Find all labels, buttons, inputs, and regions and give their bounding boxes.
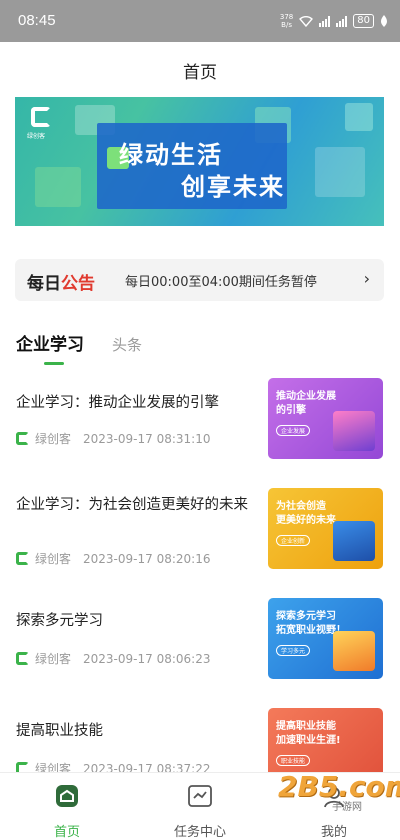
tab-enterprise-learning[interactable]: 企业学习 bbox=[16, 330, 84, 355]
article-title[interactable]: 企业学习：为社会创造更美好的未来 bbox=[16, 494, 252, 516]
thumbnail-tag: 学习多元 bbox=[276, 645, 311, 656]
signal-icon bbox=[319, 15, 331, 27]
thumbnail-tag: 企业创新 bbox=[276, 535, 311, 546]
article-title[interactable]: 提高职业技能 bbox=[16, 720, 252, 742]
banner-decoration bbox=[315, 147, 365, 197]
article-meta: 绿创客 2023-09-17 08:31:10 bbox=[16, 430, 210, 447]
article-source: 绿创客 bbox=[35, 432, 72, 446]
source-logo-icon bbox=[16, 552, 29, 565]
network-speed: 378 B/s bbox=[280, 13, 293, 29]
banner-headline-2: 创享未来 bbox=[181, 173, 285, 201]
nav-task-center-label: 任务中心 bbox=[173, 825, 226, 840]
active-tab-indicator bbox=[44, 362, 64, 365]
notice-badge: 每日公告 bbox=[27, 269, 95, 294]
brand-logo-icon bbox=[31, 107, 51, 127]
source-logo-icon bbox=[16, 652, 29, 665]
thumbnail-illustration bbox=[333, 411, 375, 451]
article-item[interactable]: 企业学习：为社会创造更美好的未来 绿创客 2023-09-17 08:20:16… bbox=[0, 488, 400, 588]
article-meta: 绿创客 2023-09-17 08:20:16 bbox=[16, 550, 210, 567]
article-thumbnail[interactable]: 探索多元学习 拓宽职业视野！ 学习多元 bbox=[268, 598, 383, 679]
network-speed-value: 378 bbox=[279, 13, 294, 21]
thumbnail-caption: 推动企业发展 的引擎 bbox=[276, 391, 336, 416]
watermark-logo: 2B5.com 手游网 bbox=[258, 764, 400, 813]
article-thumbnail[interactable]: 推动企业发展 的引擎 企业发展 bbox=[268, 378, 383, 459]
nav-home[interactable]: 首页 bbox=[22, 783, 112, 840]
banner-decoration bbox=[345, 103, 373, 131]
article-item[interactable]: 企业学习：推动企业发展的引擎 绿创客 2023-09-17 08:31:10 推… bbox=[0, 378, 400, 478]
banner-decoration bbox=[35, 167, 81, 207]
source-logo-icon bbox=[16, 432, 29, 445]
banner[interactable]: 绿创客 绿动生活 创享未来 bbox=[15, 97, 384, 226]
article-thumbnail[interactable]: 为社会创造 更美好的未来 企业创新 bbox=[268, 488, 383, 569]
home-icon bbox=[56, 785, 78, 807]
charging-icon bbox=[381, 15, 387, 27]
article-title[interactable]: 企业学习：推动企业发展的引擎 bbox=[16, 392, 252, 414]
network-speed-unit: B/s bbox=[281, 21, 292, 29]
wifi-icon bbox=[299, 16, 314, 27]
thumbnail-caption: 为社会创造 更美好的未来 bbox=[276, 501, 336, 526]
chevron-right-icon[interactable]: › bbox=[364, 269, 370, 288]
article-date: 2023-09-17 08:20:16 bbox=[83, 551, 211, 566]
nav-task-center[interactable]: 任务中心 bbox=[155, 783, 245, 840]
notice-badge-main: 每日 bbox=[27, 274, 61, 294]
article-meta: 绿创客 2023-09-17 08:06:23 bbox=[16, 650, 210, 667]
battery-icon: 80 bbox=[353, 14, 374, 28]
page-title: 首页 bbox=[183, 63, 217, 83]
notice-text: 每日00:00至04:00期间任务暂停 bbox=[125, 275, 317, 290]
thumbnail-tag: 企业发展 bbox=[276, 425, 311, 436]
thumbnail-illustration bbox=[333, 631, 375, 671]
signal-icon-2 bbox=[336, 15, 348, 27]
status-bar: 08:45 378 B/s 80 bbox=[0, 0, 400, 42]
article-date: 2023-09-17 08:06:23 bbox=[83, 651, 211, 666]
task-icon bbox=[188, 785, 212, 807]
watermark-subtext: 手游网 bbox=[332, 802, 362, 813]
thumbnail-illustration bbox=[333, 521, 375, 561]
article-title[interactable]: 探索多元学习 bbox=[16, 610, 252, 632]
tab-headlines[interactable]: 头条 bbox=[112, 334, 142, 355]
article-item[interactable]: 探索多元学习 绿创客 2023-09-17 08:06:23 探索多元学习 拓宽… bbox=[0, 598, 400, 698]
status-icons: 378 B/s 80 bbox=[280, 13, 388, 29]
nav-profile-label: 我的 bbox=[320, 825, 347, 840]
article-source: 绿创客 bbox=[35, 652, 72, 666]
article-source: 绿创客 bbox=[35, 552, 72, 566]
thumbnail-caption: 提高职业技能 加速职业生涯! bbox=[276, 721, 341, 746]
status-time: 08:45 bbox=[18, 12, 56, 29]
nav-home-label: 首页 bbox=[53, 825, 80, 840]
daily-notice-bar[interactable]: 每日公告 每日00:00至04:00期间任务暂停 › bbox=[15, 259, 384, 301]
notice-badge-accent: 公告 bbox=[61, 274, 95, 294]
brand-logo-text: 绿创客 bbox=[27, 133, 46, 140]
article-date: 2023-09-17 08:31:10 bbox=[83, 431, 211, 446]
banner-headline-1: 绿动生活 bbox=[119, 141, 223, 169]
